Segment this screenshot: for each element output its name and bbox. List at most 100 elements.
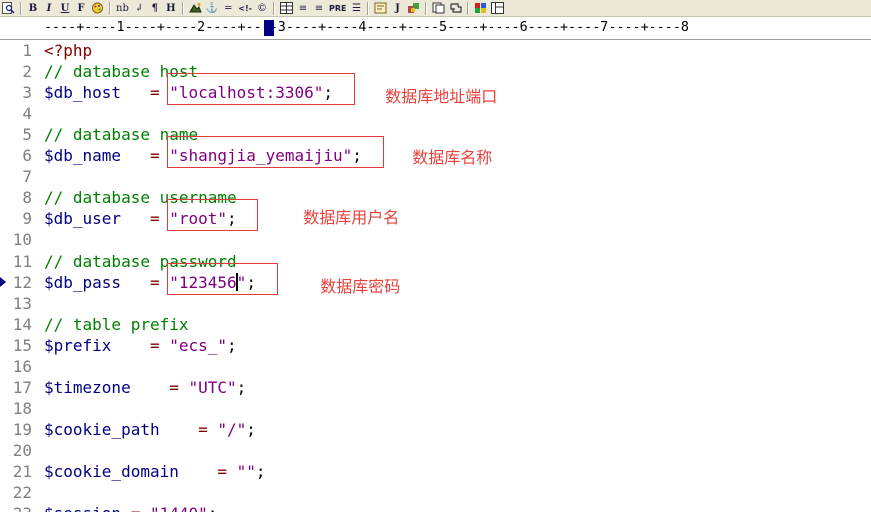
line-number: 23 bbox=[0, 503, 32, 512]
code-line[interactable]: 14 // table prefix bbox=[0, 314, 871, 335]
code-token-var: $cookie_path bbox=[44, 419, 160, 439]
code-line[interactable]: 22 bbox=[0, 482, 871, 503]
code-text[interactable]: $cookie_path = "/"; bbox=[44, 419, 256, 440]
italic-button[interactable]: I bbox=[41, 1, 57, 15]
annotation-highlight-box bbox=[167, 73, 356, 106]
code-token-punc: ; bbox=[227, 335, 237, 355]
code-line[interactable]: 15 $prefix = "ecs_"; bbox=[0, 335, 871, 356]
code-text[interactable]: $timezone = "UTC"; bbox=[44, 377, 246, 398]
layout-icon[interactable] bbox=[489, 1, 506, 15]
java-button[interactable]: J bbox=[389, 1, 405, 15]
image-icon[interactable] bbox=[187, 1, 204, 15]
code-text[interactable]: // table prefix bbox=[44, 314, 189, 335]
plugin-icon[interactable] bbox=[405, 1, 422, 15]
align-center-icon[interactable]: ≡ bbox=[295, 1, 311, 15]
toolbar-separator bbox=[109, 1, 111, 15]
annotation-label: 数据库用户名 bbox=[303, 208, 400, 228]
comment-icon[interactable]: <!- bbox=[236, 1, 254, 15]
line-number: 9 bbox=[22, 209, 32, 229]
code-token-punc: ; bbox=[255, 462, 266, 481]
underline-button[interactable]: U bbox=[57, 1, 73, 15]
copyright-icon[interactable]: © bbox=[254, 1, 270, 15]
code-text[interactable]: $cookie_domain = ""; bbox=[44, 461, 266, 482]
line-number: 5 bbox=[22, 125, 32, 145]
toolbar-separator bbox=[20, 1, 22, 15]
code-token-kw: <?php bbox=[44, 41, 93, 60]
code-editor[interactable]: 1 <?php 2// database host 3 $db_host = "loca… bbox=[0, 40, 871, 512]
font-button[interactable]: F bbox=[73, 1, 89, 15]
code-token-str: "UTC" bbox=[188, 377, 237, 397]
code-line[interactable]: 17 $timezone = "UTC"; bbox=[0, 377, 871, 398]
paragraph-button[interactable]: ¶ bbox=[147, 1, 163, 15]
code-line[interactable]: 13 bbox=[0, 293, 871, 314]
code-token-var: $db_pass bbox=[44, 272, 122, 292]
code-line[interactable]: 5// database name bbox=[0, 124, 871, 145]
code-line[interactable]: 8// database username bbox=[0, 187, 871, 208]
annotation-label: 数据库名称 bbox=[412, 148, 493, 168]
ruler-cursor-marker bbox=[264, 20, 274, 36]
code-token-punc: ; bbox=[236, 377, 247, 397]
code-token-str: "" bbox=[236, 462, 256, 481]
script-icon[interactable] bbox=[372, 1, 389, 15]
toolbar-separator bbox=[425, 1, 428, 15]
code-text[interactable]: <?php bbox=[44, 40, 92, 61]
line-number: 8 bbox=[22, 188, 32, 208]
line-number: 11 bbox=[12, 251, 32, 271]
code-text[interactable]: $session = "1440"; bbox=[44, 503, 217, 512]
code-line[interactable]: 1 <?php bbox=[0, 40, 871, 61]
hr-icon[interactable]: ═ bbox=[220, 1, 236, 15]
code-token-comment: // table prefix bbox=[44, 314, 189, 334]
line-number: 14 bbox=[12, 314, 32, 334]
line-number: 10 bbox=[12, 230, 32, 250]
nbsp-button[interactable]: nb bbox=[114, 1, 131, 15]
frame-icon[interactable] bbox=[447, 1, 464, 15]
style-icon[interactable] bbox=[430, 1, 447, 15]
code-line[interactable]: 19 $cookie_path = "/"; bbox=[0, 419, 871, 440]
code-line[interactable]: 21 $cookie_domain = ""; bbox=[0, 461, 871, 482]
code-token-op: = bbox=[121, 272, 170, 292]
code-text[interactable]: $prefix = "ecs_"; bbox=[44, 335, 237, 356]
linebreak-icon[interactable]: ↲ bbox=[131, 1, 147, 15]
code-line[interactable]: 12 $db_pass = "123456"; bbox=[0, 272, 871, 293]
line-number: 3 bbox=[22, 83, 32, 103]
pre-button[interactable]: PRE bbox=[327, 1, 349, 15]
code-line[interactable]: 20 bbox=[0, 440, 871, 461]
toolbar-separator bbox=[367, 1, 370, 15]
annotation-highlight-box bbox=[167, 262, 279, 295]
annotation-highlight-box bbox=[167, 136, 385, 169]
find-icon[interactable] bbox=[0, 1, 17, 15]
anchor-icon[interactable]: ⚓ bbox=[204, 1, 220, 15]
line-number: 7 bbox=[22, 167, 32, 187]
code-token-var: $db_host bbox=[44, 83, 122, 103]
ruler-scale: ----+----1----+----2----+----3----+----4… bbox=[44, 20, 689, 35]
code-line[interactable]: 23 $session = "1440"; bbox=[0, 503, 871, 512]
annotation-label: 数据库地址端口 bbox=[385, 87, 498, 107]
code-line[interactable]: 18 bbox=[0, 398, 871, 419]
code-token-op: = bbox=[178, 462, 237, 481]
code-token-op: = bbox=[121, 146, 170, 166]
align-right-icon[interactable]: ≡ bbox=[311, 1, 327, 15]
line-number: 15 bbox=[12, 335, 32, 355]
code-token-punc: ; bbox=[208, 504, 218, 512]
bold-button[interactable]: B bbox=[25, 1, 41, 15]
list-icon[interactable]: ☰ bbox=[348, 1, 364, 15]
code-token-str: "ecs_" bbox=[169, 335, 228, 355]
table-icon[interactable] bbox=[278, 1, 295, 15]
code-token-op: = bbox=[130, 377, 189, 397]
line-number: 17 bbox=[12, 377, 32, 397]
heading-button[interactable]: H bbox=[163, 1, 179, 15]
code-line[interactable]: 10 bbox=[0, 229, 871, 250]
line-number: 21 bbox=[12, 462, 32, 481]
code-line[interactable]: 7 bbox=[0, 166, 871, 187]
code-token-op: = bbox=[159, 419, 218, 439]
code-line[interactable]: 9 $db_user = "root"; bbox=[0, 208, 871, 229]
annotation-label: 数据库密码 bbox=[320, 276, 401, 296]
palette-icon[interactable] bbox=[472, 1, 489, 15]
code-line[interactable]: 11// database password bbox=[0, 251, 871, 272]
line-number: 18 bbox=[12, 398, 32, 418]
color-icon[interactable] bbox=[89, 1, 106, 15]
line-number: 12 bbox=[12, 272, 32, 292]
code-line[interactable]: 16 bbox=[0, 356, 871, 377]
code-line[interactable]: 2// database host bbox=[0, 61, 871, 82]
annotation-highlight-box bbox=[167, 199, 259, 232]
